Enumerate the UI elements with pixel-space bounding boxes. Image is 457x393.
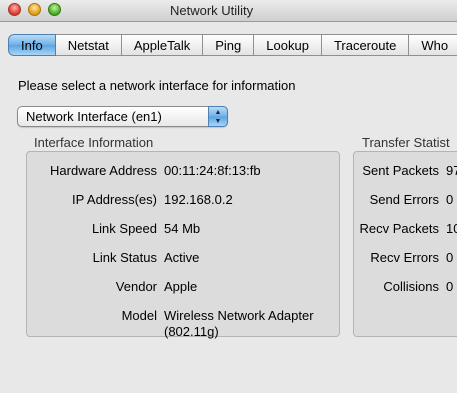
vendor-value: Apple bbox=[164, 279, 198, 294]
collisions-label: Collisions bbox=[383, 279, 439, 294]
interface-info-title: Interface Information bbox=[34, 135, 154, 150]
link-speed-value: 54 Mb bbox=[164, 221, 201, 236]
tab-traceroute[interactable]: Traceroute bbox=[321, 34, 410, 56]
ip-address-label: IP Address(es) bbox=[71, 192, 157, 207]
network-interface-select-value: Network Interface (en1) bbox=[26, 109, 162, 124]
interface-prompt: Please select a network interface for in… bbox=[18, 78, 296, 93]
sent-packets-label: Sent Packets bbox=[362, 163, 439, 178]
network-interface-select[interactable]: Network Interface (en1) ▲ ▼ bbox=[17, 106, 228, 127]
collisions-value: 0 bbox=[446, 279, 454, 294]
send-errors-value: 0 bbox=[446, 192, 454, 207]
recv-packets-value: 10 bbox=[446, 221, 457, 236]
tab-appletalk[interactable]: AppleTalk bbox=[121, 34, 204, 56]
link-speed-label: Link Speed bbox=[91, 221, 157, 236]
model-label: Model bbox=[121, 308, 157, 323]
model-value-line2: (802.11g) bbox=[164, 324, 219, 339]
hardware-address-label: Hardware Address bbox=[50, 163, 157, 178]
tab-netstat[interactable]: Netstat bbox=[55, 34, 122, 56]
recv-errors-value: 0 bbox=[446, 250, 454, 265]
tab-whois[interactable]: Who bbox=[409, 34, 457, 56]
transfer-stats-title: Transfer Statist bbox=[362, 135, 450, 150]
vendor-label: Vendor bbox=[115, 279, 157, 294]
transfer-stats-panel bbox=[353, 151, 457, 337]
tab-info[interactable]: Info bbox=[8, 34, 56, 56]
title-bar: Network Utility bbox=[0, 0, 457, 22]
tab-lookup[interactable]: Lookup bbox=[254, 34, 322, 56]
chevron-updown-icon: ▲ ▼ bbox=[208, 106, 228, 127]
sent-packets-value: 97 bbox=[446, 163, 457, 178]
hardware-address-value: 00:11:24:8f:13:fb bbox=[164, 163, 261, 178]
tab-ping[interactable]: Ping bbox=[203, 34, 255, 56]
window-title: Network Utility bbox=[170, 3, 254, 18]
ip-address-value: 192.168.0.2 bbox=[164, 192, 233, 207]
recv-packets-label: Recv Packets bbox=[359, 221, 439, 236]
recv-errors-label: Recv Errors bbox=[370, 250, 439, 265]
link-status-label: Link Status bbox=[92, 250, 157, 265]
link-status-value: Active bbox=[164, 250, 200, 265]
send-errors-label: Send Errors bbox=[369, 192, 439, 207]
model-value: Wireless Network Adapter bbox=[164, 308, 314, 323]
tab-bar: Info Netstat AppleTalk Ping Lookup Trace… bbox=[8, 34, 457, 56]
